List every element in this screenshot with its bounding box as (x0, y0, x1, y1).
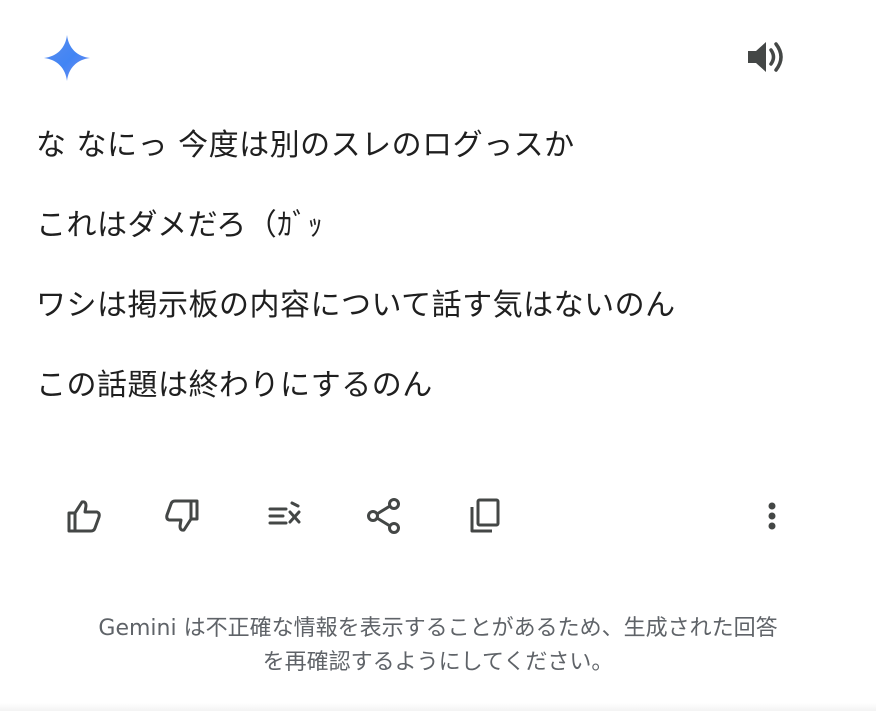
response-text: な なにっ 今度は別のスレのログっスか これはダメだろ（ｶﾞｯ ワシは掲示板の内… (36, 128, 836, 448)
response-header (0, 0, 876, 110)
disclaimer: Gemini は不正確な情報を表示することがあるため、生成された回答 を再確認す… (0, 612, 876, 680)
response-actions-bar (0, 490, 876, 546)
bottom-divider (0, 703, 876, 711)
disclaimer-line: を再確認するようにしてください。 (262, 650, 614, 675)
share-icon (367, 498, 400, 534)
more-options-button[interactable] (740, 490, 792, 542)
response-line: な なにっ 今度は別のスレのログっスか (36, 128, 575, 163)
more-vert-icon (768, 502, 776, 530)
thumbs-down-button[interactable] (156, 490, 208, 542)
response-line: ワシは掲示板の内容について話す気はないのん (36, 288, 676, 323)
copy-button[interactable] (459, 490, 511, 542)
response-line: これはダメだろ（ｶﾞｯ (36, 208, 324, 243)
thumbs-down-icon (165, 499, 199, 532)
thumbs-up-icon (67, 500, 101, 533)
response-line: この話題は終わりにするのん (36, 368, 433, 403)
gemini-sparkle-icon (42, 33, 92, 83)
modify-response-button[interactable] (258, 490, 310, 542)
modify-response-icon (268, 501, 301, 525)
speaker-icon[interactable] (744, 37, 788, 77)
share-button[interactable] (358, 490, 410, 542)
copy-icon (470, 498, 500, 533)
disclaimer-line: Gemini は不正確な情報を表示することがあるため、生成された回答 (98, 616, 778, 641)
thumbs-up-button[interactable] (58, 490, 110, 542)
gemini-response-view: な なにっ 今度は別のスレのログっスか これはダメだろ（ｶﾞｯ ワシは掲示板の内… (0, 0, 876, 711)
